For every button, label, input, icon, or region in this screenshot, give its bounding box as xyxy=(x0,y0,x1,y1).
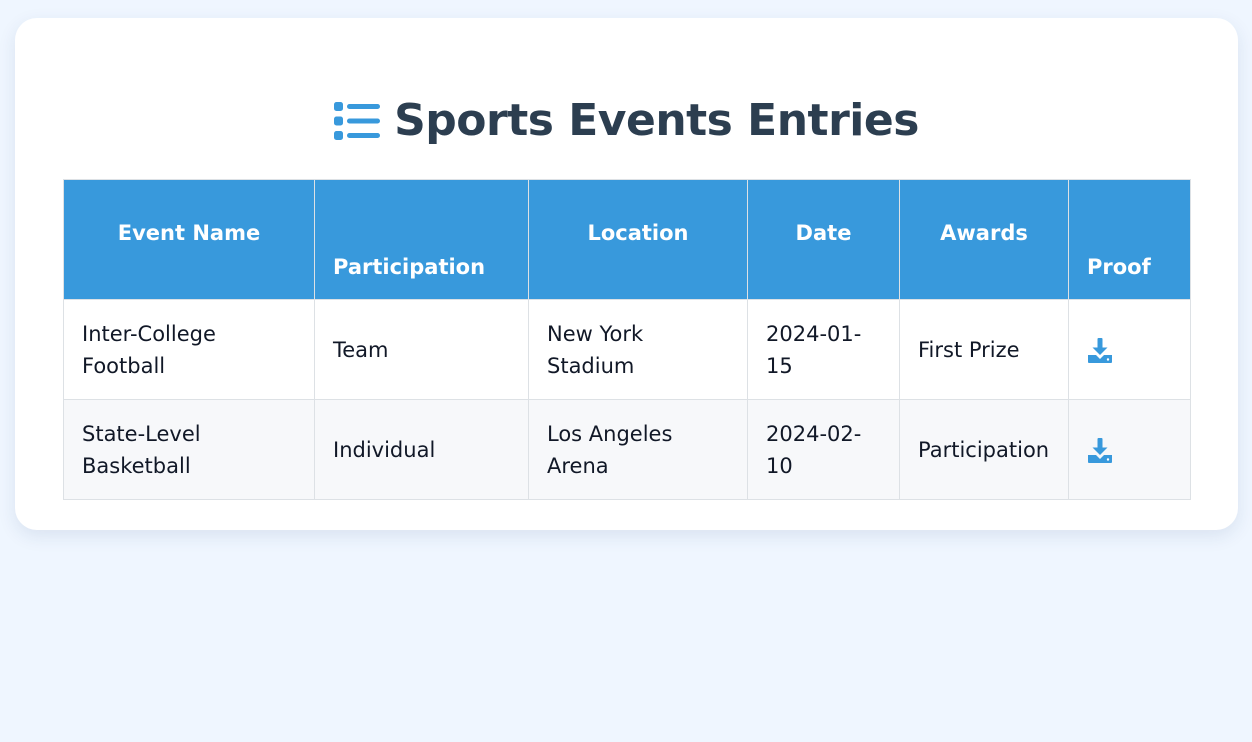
cell-participation: Individual xyxy=(314,399,529,500)
header-date: Date xyxy=(747,179,900,300)
cell-location: Los Angeles Arena xyxy=(528,399,748,500)
cell-awards: Participation xyxy=(899,399,1069,500)
cell-date: 2024-01-15 xyxy=(747,299,900,400)
table-row: Inter-College Football Team New York Sta… xyxy=(63,299,1191,400)
events-table-wrapper: Event Name Participation Location Date A… xyxy=(63,179,1191,500)
cell-proof xyxy=(1068,299,1191,400)
cell-date: 2024-02-10 xyxy=(747,399,900,500)
cell-participation: Team xyxy=(314,299,529,400)
table-header-row: Event Name Participation Location Date A… xyxy=(63,179,1191,300)
header-event-name: Event Name xyxy=(63,179,315,300)
list-icon xyxy=(334,101,381,141)
cell-event-name: Inter-College Football xyxy=(63,299,315,400)
table-row: State-Level Basketball Individual Los An… xyxy=(63,399,1191,500)
header-proof: Proof xyxy=(1068,179,1191,300)
cell-awards: First Prize xyxy=(899,299,1069,400)
events-table: Event Name Participation Location Date A… xyxy=(63,179,1191,500)
cell-location: New York Stadium xyxy=(528,299,748,400)
events-card: Sports Events Entries Event Name Partici… xyxy=(15,18,1238,530)
download-icon[interactable] xyxy=(1087,337,1113,364)
cell-proof xyxy=(1068,399,1191,500)
header-awards: Awards xyxy=(899,179,1069,300)
cell-event-name: State-Level Basketball xyxy=(63,399,315,500)
header-participation: Participation xyxy=(314,179,529,300)
download-icon[interactable] xyxy=(1087,437,1113,464)
title-row: Sports Events Entries xyxy=(15,92,1238,150)
header-location: Location xyxy=(528,179,748,300)
page-title: Sports Events Entries xyxy=(394,95,919,146)
